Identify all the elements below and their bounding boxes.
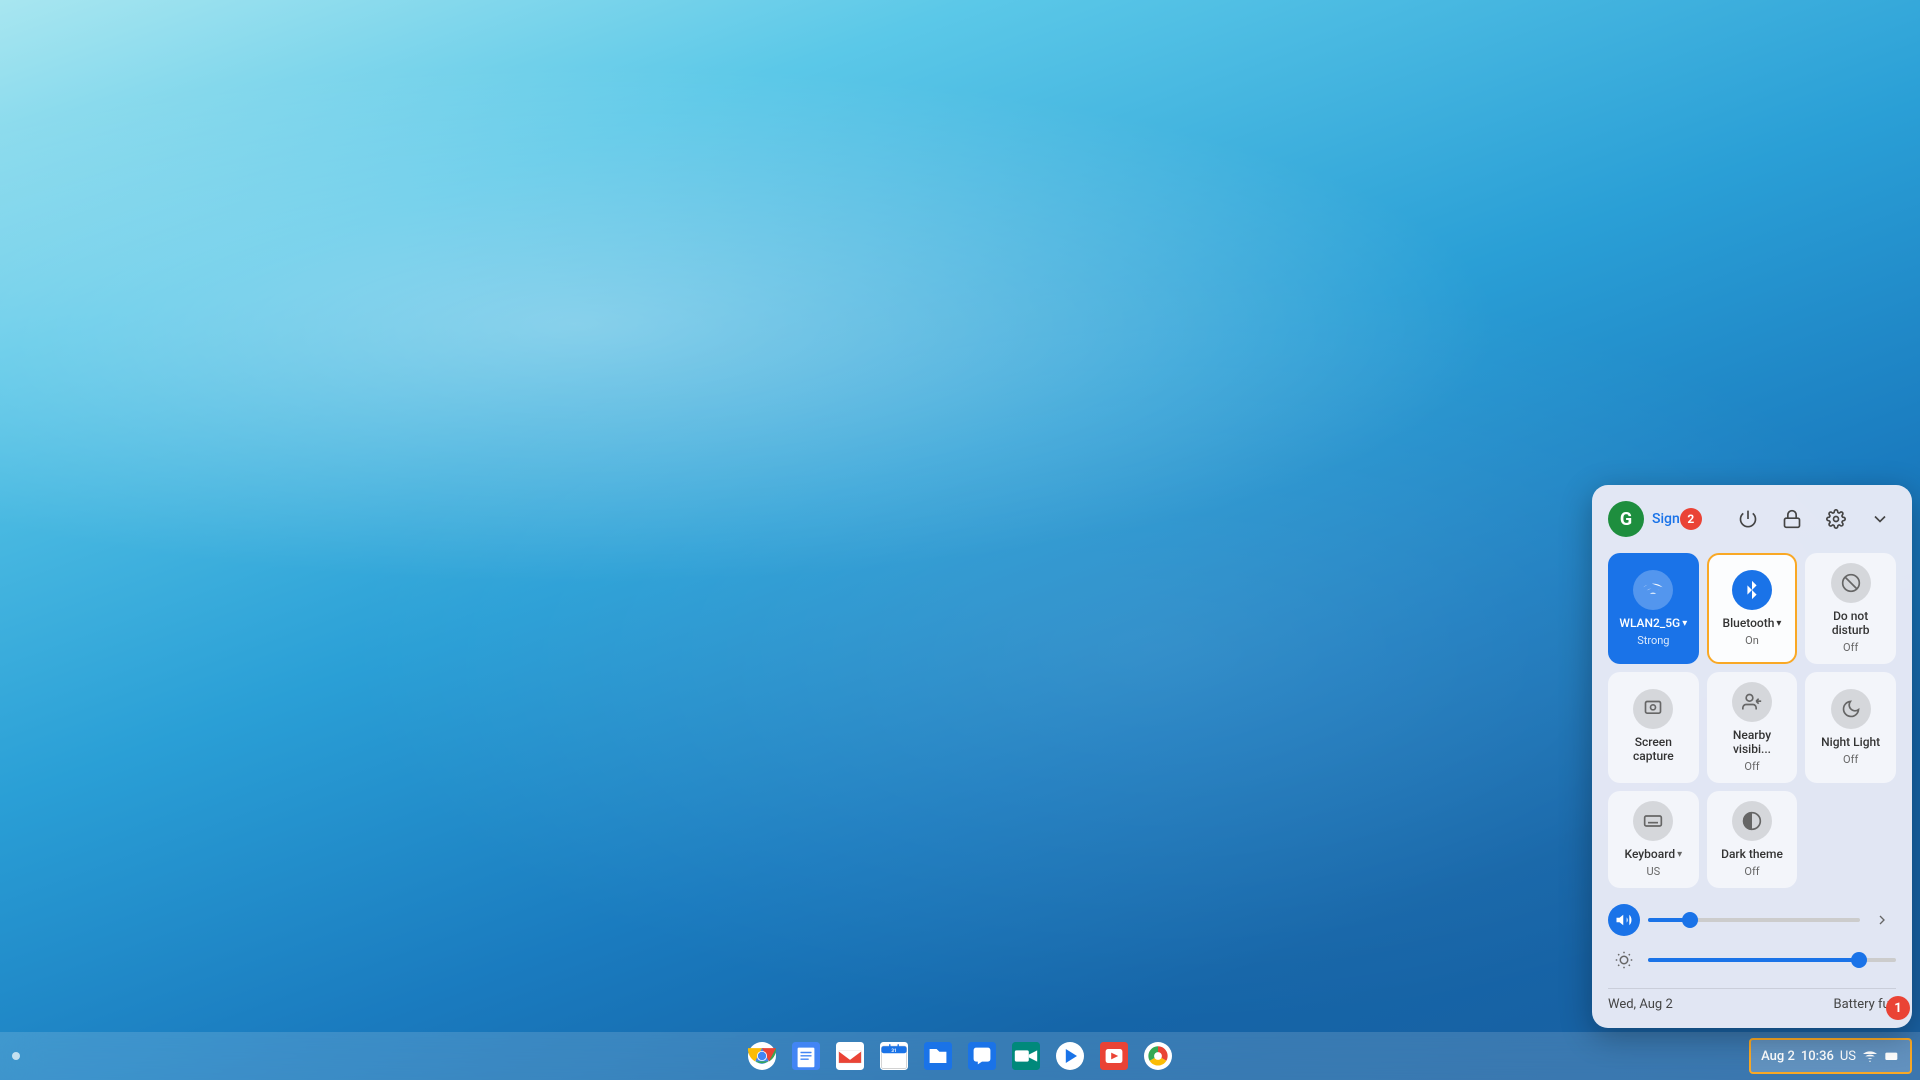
- taskbar-right: Aug 2 10:36 US: [1749, 1038, 1912, 1074]
- brightness-track[interactable]: [1648, 958, 1896, 962]
- lock-button[interactable]: [1776, 503, 1808, 535]
- night-light-status: Off: [1843, 753, 1858, 766]
- keyboard-arrow: ▾: [1677, 849, 1682, 860]
- play-app-icon[interactable]: [1050, 1036, 1090, 1076]
- user-avatar[interactable]: G: [1608, 501, 1644, 537]
- youtube-app-icon[interactable]: [1094, 1036, 1134, 1076]
- bluetooth-tile[interactable]: Bluetooth ▾ On: [1707, 553, 1798, 664]
- do-not-disturb-icon: [1831, 563, 1871, 603]
- bluetooth-status: On: [1745, 634, 1759, 647]
- chat-app-icon[interactable]: [962, 1036, 1002, 1076]
- settings-button[interactable]: [1820, 503, 1852, 535]
- files-app-icon[interactable]: [918, 1036, 958, 1076]
- tray-locale: US: [1840, 1049, 1856, 1064]
- quick-settings-panel: G Sign 2: [1592, 485, 1912, 1028]
- keyboard-tile[interactable]: Keyboard ▾ US: [1608, 791, 1699, 888]
- volume-expand-arrow[interactable]: [1868, 906, 1896, 934]
- tray-time: 10:36: [1801, 1049, 1834, 1064]
- taskbar-apps: 31: [742, 1036, 1178, 1076]
- keyboard-label: Keyboard: [1625, 847, 1676, 861]
- power-button[interactable]: [1732, 503, 1764, 535]
- screen-capture-label: Screen capture: [1616, 735, 1691, 763]
- system-tray[interactable]: Aug 2 10:36 US: [1749, 1038, 1912, 1074]
- nearby-share-status: Off: [1744, 760, 1759, 773]
- notification-count-badge: 2: [1680, 508, 1702, 530]
- dnd-status: Off: [1843, 641, 1858, 654]
- bluetooth-arrow: ▾: [1776, 618, 1781, 629]
- bluetooth-label: Bluetooth: [1723, 616, 1775, 630]
- keyboard-icon: [1633, 801, 1673, 841]
- volume-icon[interactable]: [1608, 904, 1640, 936]
- night-light-tile[interactable]: Night Light Off: [1805, 672, 1896, 783]
- volume-track[interactable]: [1648, 918, 1860, 922]
- meet-app-icon[interactable]: [1006, 1036, 1046, 1076]
- tray-notification-badge: 1: [1886, 996, 1910, 1020]
- expand-button[interactable]: [1864, 503, 1896, 535]
- night-light-label: Night Light: [1821, 735, 1880, 749]
- wifi-status: Strong: [1637, 634, 1669, 647]
- docs-app-icon[interactable]: [786, 1036, 826, 1076]
- footer-date: Wed, Aug 2: [1608, 997, 1673, 1012]
- dark-theme-label: Dark theme: [1721, 847, 1783, 861]
- wifi-label: WLAN2_5G: [1619, 616, 1680, 630]
- volume-thumb[interactable]: [1682, 912, 1698, 928]
- chrome-app-icon[interactable]: [742, 1036, 782, 1076]
- wifi-tray-icon: [1862, 1048, 1878, 1064]
- brightness-fill: [1648, 958, 1859, 962]
- sign-text: Sign: [1652, 511, 1680, 527]
- taskbar: 31: [0, 1032, 1920, 1080]
- nearby-share-tile[interactable]: Nearby visibi... Off: [1707, 672, 1798, 783]
- brightness-icon[interactable]: [1608, 944, 1640, 976]
- bluetooth-icon: [1732, 570, 1772, 610]
- brightness-thumb[interactable]: [1851, 952, 1867, 968]
- dark-theme-tile[interactable]: Dark theme Off: [1707, 791, 1798, 888]
- brightness-row: [1608, 944, 1896, 976]
- taskbar-left: [8, 1052, 24, 1060]
- launcher-button[interactable]: [12, 1052, 20, 1060]
- quick-settings-header: G Sign 2: [1608, 501, 1896, 537]
- nearby-share-label: Nearby visibi...: [1715, 728, 1790, 756]
- screen-capture-icon: [1633, 689, 1673, 729]
- dark-theme-icon: [1732, 801, 1772, 841]
- night-light-icon: [1831, 689, 1871, 729]
- wifi-icon: [1633, 570, 1673, 610]
- quick-settings-footer: Wed, Aug 2 Battery full: [1608, 988, 1896, 1012]
- wifi-tile[interactable]: WLAN2_5G ▾ Strong: [1608, 553, 1699, 664]
- dark-theme-status: Off: [1744, 865, 1759, 878]
- photos-app-icon[interactable]: [1138, 1036, 1178, 1076]
- calendar-app-icon[interactable]: 31: [874, 1036, 914, 1076]
- battery-tray-icon: [1884, 1048, 1900, 1064]
- screen-capture-tile[interactable]: Screen capture: [1608, 672, 1699, 783]
- desktop: G Sign 2: [0, 0, 1920, 1080]
- svg-text:31: 31: [891, 1048, 896, 1054]
- quick-settings-grid: WLAN2_5G ▾ Strong Bluetooth ▾ On: [1608, 553, 1896, 888]
- nearby-share-icon: [1732, 682, 1772, 722]
- tray-date: Aug 2: [1761, 1049, 1795, 1064]
- dnd-label: Do not disturb: [1813, 609, 1888, 637]
- keyboard-status: US: [1646, 865, 1660, 878]
- do-not-disturb-tile[interactable]: Do not disturb Off: [1805, 553, 1896, 664]
- header-action-icons: [1732, 503, 1896, 535]
- sign-in-button[interactable]: Sign 2: [1652, 508, 1702, 530]
- volume-row: [1608, 904, 1896, 936]
- gmail-app-icon[interactable]: [830, 1036, 870, 1076]
- wifi-arrow: ▾: [1682, 618, 1687, 629]
- sliders-section: [1608, 904, 1896, 976]
